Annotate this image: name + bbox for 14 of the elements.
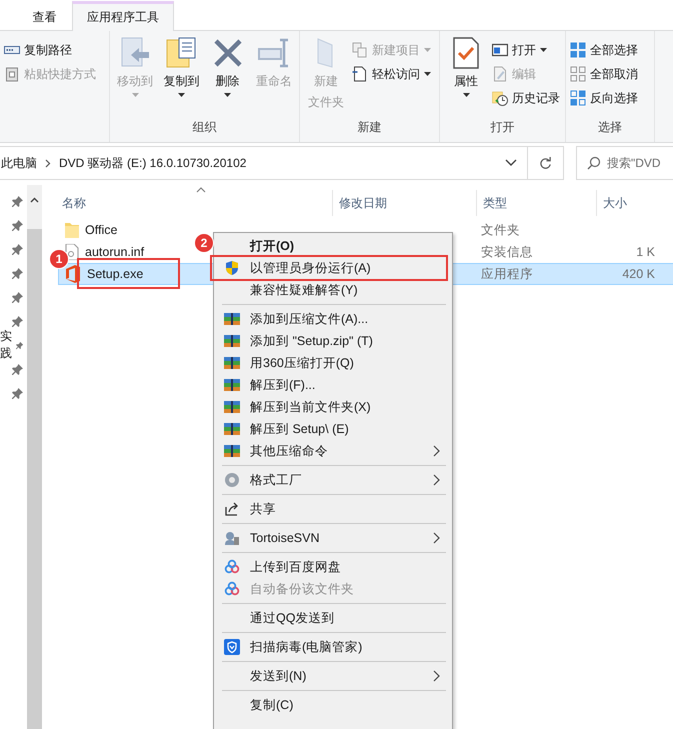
file-name: Office (85, 223, 118, 237)
group-label: 打开 (490, 120, 514, 134)
file-type: 应用程序 (481, 266, 533, 282)
group-label: 新建 (358, 120, 382, 134)
file-size: 1 K (636, 245, 655, 259)
group-label: 组织 (192, 120, 216, 134)
step-number: 2 (194, 233, 214, 253)
file-name: autorun.inf (85, 245, 144, 259)
group-label: 选择 (598, 120, 622, 134)
step-number: 1 (49, 249, 69, 269)
file-type: 安装信息 (481, 244, 533, 260)
file-size: 420 K (622, 267, 655, 281)
file-type: 文件夹 (481, 222, 520, 238)
file-name: Setup.exe (87, 267, 144, 281)
